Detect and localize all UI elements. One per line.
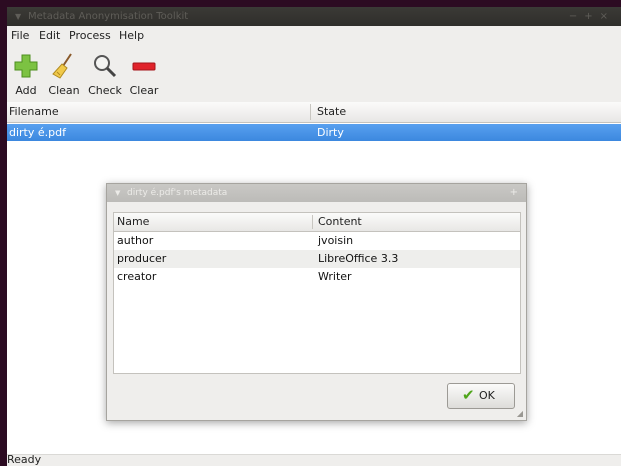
column-state[interactable]: State bbox=[317, 105, 346, 118]
file-list-header: Filename State bbox=[7, 102, 621, 123]
metadata-content: Writer bbox=[318, 270, 352, 283]
metadata-table[interactable]: Name Content author jvoisin producer Lib… bbox=[113, 212, 521, 374]
dialog-maximize-icon[interactable]: + bbox=[510, 184, 518, 202]
dialog-menu-icon[interactable]: ▼ bbox=[115, 184, 120, 202]
column-filename[interactable]: Filename bbox=[9, 105, 59, 118]
column-name[interactable]: Name bbox=[117, 215, 149, 228]
column-separator bbox=[312, 215, 313, 229]
metadata-name: author bbox=[117, 234, 154, 247]
menubar: File Edit Process Help bbox=[7, 26, 621, 46]
file-row-state: Dirty bbox=[317, 126, 344, 139]
metadata-content: LibreOffice 3.3 bbox=[318, 252, 399, 265]
file-row[interactable]: dirty é.pdf Dirty bbox=[7, 124, 621, 141]
window-titlebar[interactable]: ▼ Metadata Anonymisation Toolkit −+× bbox=[7, 7, 621, 26]
metadata-name: producer bbox=[117, 252, 167, 265]
broom-icon bbox=[52, 53, 72, 79]
status-text: Ready bbox=[7, 453, 42, 466]
column-content[interactable]: Content bbox=[318, 215, 362, 228]
dialog-titlebar[interactable]: ▼ dirty é.pdf's metadata + bbox=[107, 184, 526, 202]
metadata-content: jvoisin bbox=[318, 234, 354, 247]
close-icon[interactable]: × bbox=[600, 11, 615, 22]
menu-file[interactable]: File bbox=[11, 29, 29, 42]
magnifier-icon bbox=[94, 55, 117, 78]
statusbar: Ready bbox=[7, 453, 621, 466]
resize-grip-icon[interactable]: ◢ bbox=[517, 409, 523, 418]
menu-help[interactable]: Help bbox=[119, 29, 144, 42]
metadata-row[interactable]: creator Writer bbox=[114, 268, 520, 286]
check-button[interactable]: Check bbox=[87, 48, 123, 98]
add-button[interactable]: Add bbox=[11, 48, 41, 98]
clean-button[interactable]: Clean bbox=[47, 48, 81, 98]
check-label: Check bbox=[88, 84, 122, 97]
minus-icon bbox=[132, 62, 156, 71]
toolbar: Add Clean Check Clear bbox=[7, 46, 621, 102]
dialog-title: dirty é.pdf's metadata bbox=[127, 188, 228, 198]
window-title: Metadata Anonymisation Toolkit bbox=[28, 11, 189, 22]
window-menu-icon[interactable]: ▼ bbox=[15, 7, 21, 26]
main-window: ▼ Metadata Anonymisation Toolkit −+× Fil… bbox=[7, 7, 621, 466]
file-row-filename: dirty é.pdf bbox=[9, 126, 66, 139]
metadata-name: creator bbox=[117, 270, 157, 283]
add-label: Add bbox=[15, 84, 37, 97]
menu-edit[interactable]: Edit bbox=[39, 29, 60, 42]
plus-icon bbox=[14, 54, 38, 78]
clear-button[interactable]: Clear bbox=[129, 48, 159, 98]
metadata-dialog: ▼ dirty é.pdf's metadata + Name Content … bbox=[106, 183, 527, 421]
checkmark-icon: ✔ bbox=[462, 386, 475, 404]
metadata-row[interactable]: producer LibreOffice 3.3 bbox=[114, 250, 520, 268]
menu-process[interactable]: Process bbox=[69, 29, 111, 42]
window-controls: −+× bbox=[569, 7, 615, 26]
metadata-table-header: Name Content bbox=[114, 213, 520, 232]
metadata-row[interactable]: author jvoisin bbox=[114, 232, 520, 250]
column-separator bbox=[310, 104, 311, 120]
clear-label: Clear bbox=[129, 84, 159, 97]
ok-label: OK bbox=[479, 389, 495, 402]
clean-label: Clean bbox=[48, 84, 80, 97]
ok-button[interactable]: ✔ OK bbox=[447, 383, 515, 409]
minimize-icon[interactable]: − bbox=[569, 11, 584, 22]
maximize-icon[interactable]: + bbox=[584, 11, 599, 22]
